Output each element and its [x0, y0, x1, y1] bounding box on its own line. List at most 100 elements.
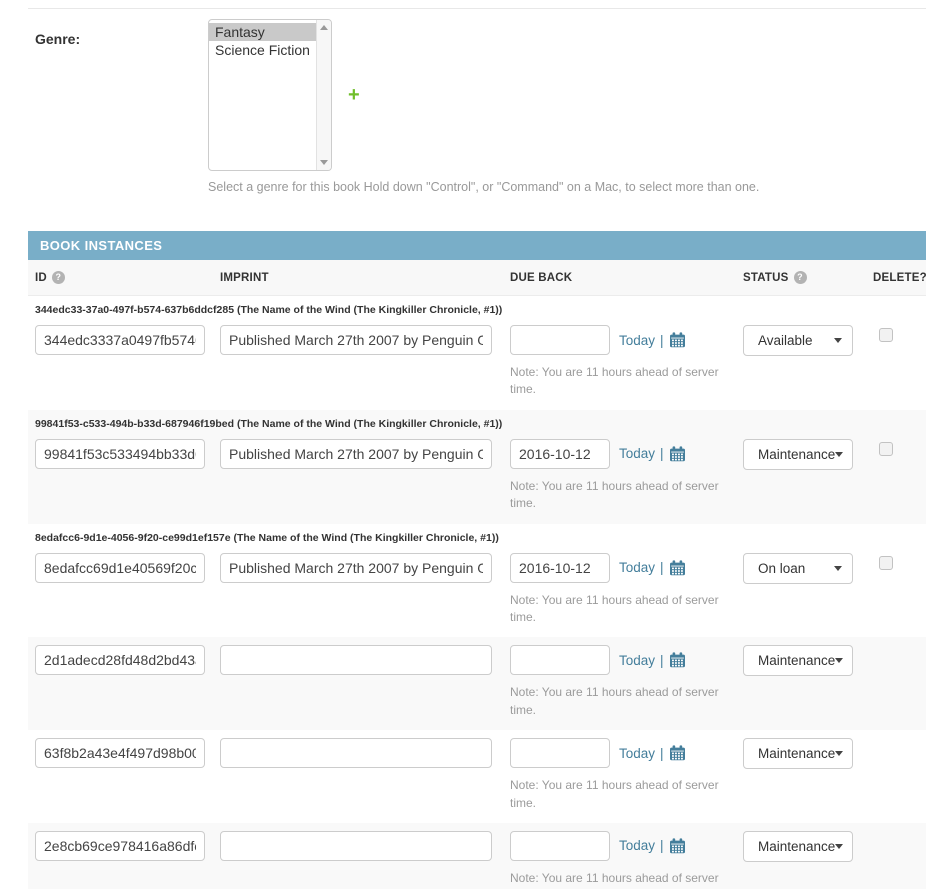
- status-select[interactable]: Maintenance: [743, 439, 853, 470]
- select-arrow-icon: [834, 338, 842, 343]
- genre-options: Fantasy Science Fiction: [209, 20, 316, 170]
- today-link[interactable]: Today: [619, 560, 655, 575]
- genre-multiselect[interactable]: Fantasy Science Fiction: [208, 19, 332, 171]
- select-arrow-icon: [835, 751, 843, 756]
- id-input[interactable]: [35, 553, 205, 583]
- column-header-due-back: DUE BACK: [510, 272, 743, 284]
- imprint-input[interactable]: [220, 553, 492, 583]
- id-input[interactable]: [35, 738, 205, 768]
- imprint-input[interactable]: [220, 439, 492, 469]
- select-arrow-icon: [835, 844, 843, 849]
- delete-checkbox[interactable]: [879, 328, 893, 342]
- scroll-down-icon[interactable]: [320, 160, 328, 165]
- form-content: Genre: Fantasy Science Fiction + Select …: [28, 8, 926, 889]
- today-separator: |: [660, 446, 664, 461]
- book-instance-row: 344edc33-37a0-497f-b574-637b6ddcf285 (Th…: [28, 296, 926, 410]
- genre-label: Genre:: [28, 19, 208, 47]
- today-separator: |: [660, 333, 664, 348]
- status-select[interactable]: On loan: [743, 553, 853, 584]
- server-time-note: Note: You are 11 hours ahead of server t…: [510, 684, 722, 719]
- status-select-value: Maintenance: [758, 447, 835, 462]
- status-select-value: Maintenance: [758, 746, 835, 761]
- server-time-note: Note: You are 11 hours ahead of server t…: [510, 777, 722, 812]
- plus-icon: +: [348, 84, 360, 106]
- instance-caption: 344edc33-37a0-497f-b574-637b6ddcf285 (Th…: [28, 304, 926, 325]
- status-select[interactable]: Maintenance: [743, 831, 853, 862]
- column-header-delete: DELETE?: [873, 272, 933, 284]
- calendar-icon[interactable]: [669, 745, 686, 761]
- due-back-input[interactable]: [510, 325, 610, 355]
- today-separator: |: [660, 653, 664, 668]
- status-select-value: Maintenance: [758, 653, 835, 668]
- book-instance-row: Today | Note: You are 11 hours ahead of …: [28, 823, 926, 889]
- status-select[interactable]: Maintenance: [743, 645, 853, 676]
- column-header-status: STATUS ?: [743, 271, 873, 284]
- due-back-input[interactable]: [510, 645, 610, 675]
- book-instance-row: 99841f53-c533-494b-b33d-687946f19bed (Th…: [28, 410, 926, 524]
- book-instance-row: 8edafcc6-9d1e-4056-9f20-ce99d1ef157e (Th…: [28, 524, 926, 638]
- add-genre-button[interactable]: +: [348, 85, 360, 105]
- today-link[interactable]: Today: [619, 653, 655, 668]
- column-header-row: ID ? IMPRINT DUE BACK STATUS ? DELETE?: [28, 260, 926, 296]
- genre-field-row: Genre: Fantasy Science Fiction +: [28, 9, 926, 171]
- due-back-input[interactable]: [510, 738, 610, 768]
- genre-help-text: Select a genre for this book Hold down "…: [208, 180, 926, 194]
- select-arrow-icon: [835, 658, 843, 663]
- imprint-input[interactable]: [220, 738, 492, 768]
- server-time-note: Note: You are 11 hours ahead of server t…: [510, 478, 722, 513]
- imprint-column-label: IMPRINT: [220, 272, 269, 284]
- server-time-note: Note: You are 11 hours ahead of server t…: [510, 870, 722, 889]
- status-select-value: On loan: [758, 561, 805, 576]
- due-back-input[interactable]: [510, 553, 610, 583]
- book-instances-header: BOOK INSTANCES: [28, 231, 926, 260]
- status-select-value: Maintenance: [758, 839, 835, 854]
- select-arrow-icon: [834, 566, 842, 571]
- status-select-value: Available: [758, 333, 813, 348]
- select-arrow-icon: [835, 452, 843, 457]
- delete-checkbox[interactable]: [879, 442, 893, 456]
- id-input[interactable]: [35, 439, 205, 469]
- calendar-icon[interactable]: [669, 560, 686, 576]
- server-time-note: Note: You are 11 hours ahead of server t…: [510, 592, 722, 627]
- id-input[interactable]: [35, 645, 205, 675]
- genre-option-fantasy[interactable]: Fantasy: [209, 23, 316, 41]
- today-separator: |: [660, 838, 664, 853]
- status-help-icon: ?: [794, 271, 807, 284]
- today-link[interactable]: Today: [619, 333, 655, 348]
- imprint-input[interactable]: [220, 831, 492, 861]
- column-header-id: ID ?: [35, 271, 220, 284]
- imprint-input[interactable]: [220, 325, 492, 355]
- book-instance-row: Today | Note: You are 11 hours ahead of …: [28, 730, 926, 823]
- book-instance-row: Today | Note: You are 11 hours ahead of …: [28, 637, 926, 730]
- today-separator: |: [660, 560, 664, 575]
- status-column-label: STATUS: [743, 272, 789, 284]
- scroll-up-icon[interactable]: [320, 25, 328, 30]
- column-header-imprint: IMPRINT: [220, 272, 510, 284]
- imprint-input[interactable]: [220, 645, 492, 675]
- server-time-note: Note: You are 11 hours ahead of server t…: [510, 364, 722, 399]
- id-input[interactable]: [35, 325, 205, 355]
- calendar-icon[interactable]: [669, 652, 686, 668]
- listbox-scrollbar[interactable]: [316, 20, 331, 170]
- status-select[interactable]: Maintenance: [743, 738, 853, 769]
- due-back-input[interactable]: [510, 439, 610, 469]
- calendar-icon[interactable]: [669, 838, 686, 854]
- calendar-icon[interactable]: [669, 332, 686, 348]
- due-back-input[interactable]: [510, 831, 610, 861]
- today-link[interactable]: Today: [619, 446, 655, 461]
- today-separator: |: [660, 746, 664, 761]
- delete-checkbox[interactable]: [879, 556, 893, 570]
- due-back-column-label: DUE BACK: [510, 272, 572, 284]
- instance-caption: 8edafcc6-9d1e-4056-9f20-ce99d1ef157e (Th…: [28, 532, 926, 553]
- id-help-icon: ?: [52, 271, 65, 284]
- status-select[interactable]: Available: [743, 325, 853, 356]
- delete-column-label: DELETE?: [873, 272, 927, 284]
- id-input[interactable]: [35, 831, 205, 861]
- instance-caption: 99841f53-c533-494b-b33d-687946f19bed (Th…: [28, 418, 926, 439]
- today-link[interactable]: Today: [619, 838, 655, 853]
- calendar-icon[interactable]: [669, 446, 686, 462]
- genre-option-science-fiction[interactable]: Science Fiction: [209, 41, 316, 59]
- today-link[interactable]: Today: [619, 746, 655, 761]
- book-instances-module: BOOK INSTANCES ID ? IMPRINT DUE BACK STA…: [28, 231, 926, 889]
- id-column-label: ID: [35, 272, 47, 284]
